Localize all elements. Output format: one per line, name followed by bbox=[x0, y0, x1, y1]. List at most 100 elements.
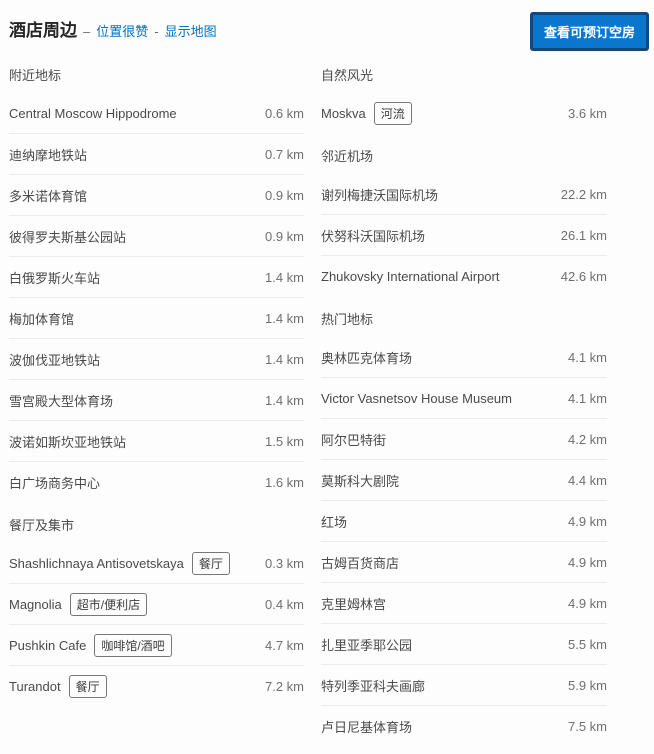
poi-name: Turandot餐厅 bbox=[9, 675, 107, 698]
section-title: 热门地标 bbox=[321, 296, 607, 337]
poi-distance: 0.3 km bbox=[257, 556, 304, 571]
poi-list: 奥林匹克体育场4.1 kmVictor Vasnetsov House Muse… bbox=[321, 337, 607, 746]
poi-section: 餐厅及集市 Shashlichnaya Antisovetskaya餐厅 0.3 k… bbox=[9, 502, 304, 706]
poi-name: 扎里亚季耶公园 bbox=[321, 635, 412, 654]
poi-row: 扎里亚季耶公园 5.5 km bbox=[321, 624, 607, 665]
poi-type-badge: 餐厅 bbox=[69, 675, 107, 698]
poi-distance: 7.2 km bbox=[257, 679, 304, 694]
poi-row: Zhukovsky International Airport42.6 km bbox=[321, 256, 607, 296]
poi-distance: 26.1 km bbox=[553, 228, 607, 243]
poi-row: 奥林匹克体育场 4.1 km bbox=[321, 337, 607, 378]
subtitle-separator: - bbox=[154, 24, 158, 39]
poi-row: 迪纳摩地铁站 0.7 km bbox=[9, 134, 304, 175]
poi-distance: 1.4 km bbox=[257, 352, 304, 367]
poi-distance: 7.5 km bbox=[560, 719, 607, 734]
panel-header: 酒店周边 – 位置很赞 - 显示地图 查看可预订空房 bbox=[9, 12, 654, 51]
poi-row: 波诺如斯坎亚地铁站 1.5 km bbox=[9, 421, 304, 462]
poi-distance: 0.4 km bbox=[257, 597, 304, 612]
poi-row: 莫斯科大剧院 4.4 km bbox=[321, 460, 607, 501]
poi-distance: 1.4 km bbox=[257, 270, 304, 285]
check-availability-button[interactable]: 查看可预订空房 bbox=[530, 12, 649, 51]
poi-row: 谢列梅捷沃国际机场 22.2 km bbox=[321, 174, 607, 215]
poi-distance: 42.6 km bbox=[553, 269, 607, 284]
poi-name: 阿尔巴特街 bbox=[321, 430, 386, 449]
poi-name: 多米诺体育馆 bbox=[9, 186, 87, 205]
poi-columns: 附近地标 Central Moscow Hippodrome 0.6 km 迪纳摩地铁… bbox=[9, 61, 654, 746]
poi-row: Victor Vasnetsov House Museum4.1 km bbox=[321, 378, 607, 419]
poi-name: Moskva河流 bbox=[321, 102, 412, 125]
show-map-link[interactable]: 显示地图 bbox=[165, 21, 217, 40]
poi-distance: 22.2 km bbox=[553, 187, 607, 202]
poi-section: 热门地标奥林匹克体育场4.1 kmVictor Vasnetsov House … bbox=[321, 296, 607, 746]
poi-row: 克里姆林宫 4.9 km bbox=[321, 583, 607, 624]
poi-name: 特列季亚科夫画廊 bbox=[321, 676, 425, 695]
poi-distance: 1.5 km bbox=[257, 434, 304, 449]
poi-distance: 1.4 km bbox=[257, 393, 304, 408]
poi-name: 谢列梅捷沃国际机场 bbox=[321, 185, 438, 204]
poi-column: 自然风光 Moskva河流 3.6 km 邻近机场谢列梅捷沃国际机场 22.2 km 伏努… bbox=[321, 61, 607, 746]
poi-distance: 4.1 km bbox=[560, 350, 607, 365]
poi-name: 波诺如斯坎亚地铁站 bbox=[9, 432, 126, 451]
poi-row: 阿尔巴特街 4.2 km bbox=[321, 419, 607, 460]
poi-row: Moskva河流 3.6 km bbox=[321, 93, 607, 133]
poi-distance: 4.9 km bbox=[560, 596, 607, 611]
poi-name: 莫斯科大剧院 bbox=[321, 471, 399, 490]
panel-header-titles: 酒店周边 – 位置很赞 - 显示地图 bbox=[9, 12, 217, 41]
poi-name: Shashlichnaya Antisovetskaya餐厅 bbox=[9, 552, 230, 575]
poi-row: Central Moscow Hippodrome 0.6 km bbox=[9, 93, 304, 134]
poi-distance: 0.9 km bbox=[257, 188, 304, 203]
poi-name: 彼得罗夫斯基公园站 bbox=[9, 227, 126, 246]
poi-type-badge: 咖啡馆/酒吧 bbox=[94, 634, 171, 657]
poi-row: 特列季亚科夫画廊 5.9 km bbox=[321, 665, 607, 706]
poi-distance: 0.9 km bbox=[257, 229, 304, 244]
poi-distance: 3.6 km bbox=[560, 106, 607, 121]
location-rating-link[interactable]: 位置很赞 bbox=[96, 21, 148, 40]
poi-distance: 4.7 km bbox=[257, 638, 304, 653]
poi-distance: 0.7 km bbox=[257, 147, 304, 162]
poi-row: 卢日尼基体育场7.5 km bbox=[321, 706, 607, 746]
poi-distance: 4.9 km bbox=[560, 514, 607, 529]
poi-name: 迪纳摩地铁站 bbox=[9, 145, 87, 164]
poi-distance: 5.9 km bbox=[560, 678, 607, 693]
poi-column: 附近地标 Central Moscow Hippodrome 0.6 km 迪纳摩地铁… bbox=[9, 61, 304, 746]
poi-section: 邻近机场谢列梅捷沃国际机场 22.2 km 伏努科沃国际机场 26.1 km Zhuko… bbox=[321, 133, 607, 296]
section-title: 自然风光 bbox=[321, 61, 607, 93]
poi-row: Pushkin Cafe咖啡馆/酒吧 4.7 km bbox=[9, 625, 304, 666]
poi-row: 红场 4.9 km bbox=[321, 501, 607, 542]
poi-type-badge: 河流 bbox=[374, 102, 412, 125]
poi-name: Magnolia超市/便利店 bbox=[9, 593, 147, 616]
poi-row: 多米诺体育馆 0.9 km bbox=[9, 175, 304, 216]
poi-list: Moskva河流 3.6 km bbox=[321, 93, 607, 133]
poi-name: 雪宫殿大型体育场 bbox=[9, 391, 113, 410]
poi-distance: 4.1 km bbox=[560, 391, 607, 406]
poi-row: 雪宫殿大型体育场 1.4 km bbox=[9, 380, 304, 421]
poi-row: 波伽伐亚地铁站1.4 km bbox=[9, 339, 304, 380]
section-title: 餐厅及集市 bbox=[9, 502, 304, 543]
poi-list: Shashlichnaya Antisovetskaya餐厅 0.3 km Magn… bbox=[9, 543, 304, 706]
poi-type-badge: 餐厅 bbox=[192, 552, 230, 575]
poi-distance: 4.4 km bbox=[560, 473, 607, 488]
section-title: 附近地标 bbox=[9, 61, 304, 93]
poi-name: Central Moscow Hippodrome bbox=[9, 106, 177, 121]
poi-distance: 5.5 km bbox=[560, 637, 607, 652]
poi-name: 红场 bbox=[321, 512, 347, 531]
poi-distance: 4.2 km bbox=[560, 432, 607, 447]
poi-name: 白俄罗斯火车站 bbox=[9, 268, 100, 287]
subtitle-dash: – bbox=[83, 24, 90, 39]
poi-type-badge: 超市/便利店 bbox=[70, 593, 147, 616]
poi-distance: 0.6 km bbox=[257, 106, 304, 121]
poi-row: 白俄罗斯火车站 1.4 km bbox=[9, 257, 304, 298]
poi-section: 自然风光 Moskva河流 3.6 km bbox=[321, 61, 607, 133]
poi-name: Pushkin Cafe咖啡馆/酒吧 bbox=[9, 634, 172, 657]
poi-distance: 1.6 km bbox=[257, 475, 304, 490]
poi-name: 奥林匹克体育场 bbox=[321, 348, 412, 367]
poi-row: 古姆百货商店4.9 km bbox=[321, 542, 607, 583]
section-title: 邻近机场 bbox=[321, 133, 607, 174]
poi-row: 彼得罗夫斯基公园站 0.9 km bbox=[9, 216, 304, 257]
poi-name: 克里姆林宫 bbox=[321, 594, 386, 613]
poi-row: 伏努科沃国际机场 26.1 km bbox=[321, 215, 607, 256]
poi-row: Shashlichnaya Antisovetskaya餐厅 0.3 km bbox=[9, 543, 304, 584]
poi-list: 谢列梅捷沃国际机场 22.2 km 伏努科沃国际机场 26.1 km Zhukovsky… bbox=[321, 174, 607, 296]
poi-name: 伏努科沃国际机场 bbox=[321, 226, 425, 245]
poi-row: 白广场商务中心1.6 km bbox=[9, 462, 304, 502]
